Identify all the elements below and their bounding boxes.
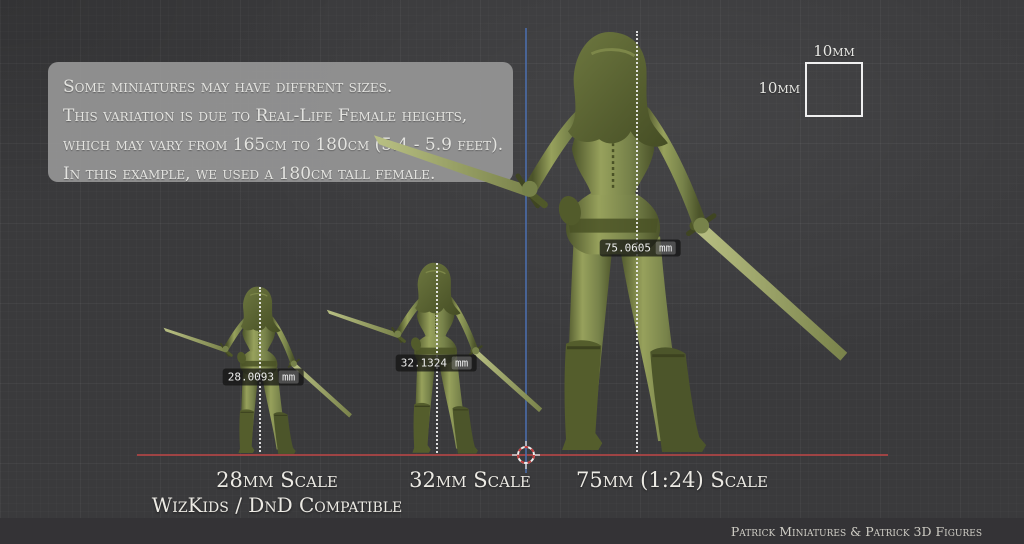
footer-credit: Patrick Miniatures & Patrick 3D Figures <box>731 524 982 539</box>
measurement-value: 28.0093 <box>228 371 274 384</box>
measurement-label-32mm: 32.1324 mm <box>396 355 477 372</box>
measurement-unit: mm <box>656 242 675 255</box>
measurement-unit: mm <box>452 357 471 370</box>
measurement-unit: mm <box>279 371 298 384</box>
scale-label-32mm: 32mm Scale <box>409 468 531 492</box>
measurement-label-75mm: 75.0605 mm <box>600 240 681 257</box>
scale-sublabel-28mm: WizKids / DnD Compatible <box>152 493 403 517</box>
footer-strip: Patrick Miniatures & Patrick 3D Figures <box>0 518 1024 544</box>
scale-label-28mm: 28mm Scale <box>216 468 338 492</box>
measurement-label-28mm: 28.0093 mm <box>223 369 304 386</box>
scale-label-75mm: 75mm (1:24) Scale <box>576 468 768 492</box>
3d-cursor[interactable] <box>512 441 540 469</box>
blender-viewport[interactable]: { "viewport": { "info_box": { "lines": [… <box>0 0 1024 544</box>
measurement-value: 75.0605 <box>605 242 651 255</box>
measurement-value: 32.1324 <box>401 357 447 370</box>
